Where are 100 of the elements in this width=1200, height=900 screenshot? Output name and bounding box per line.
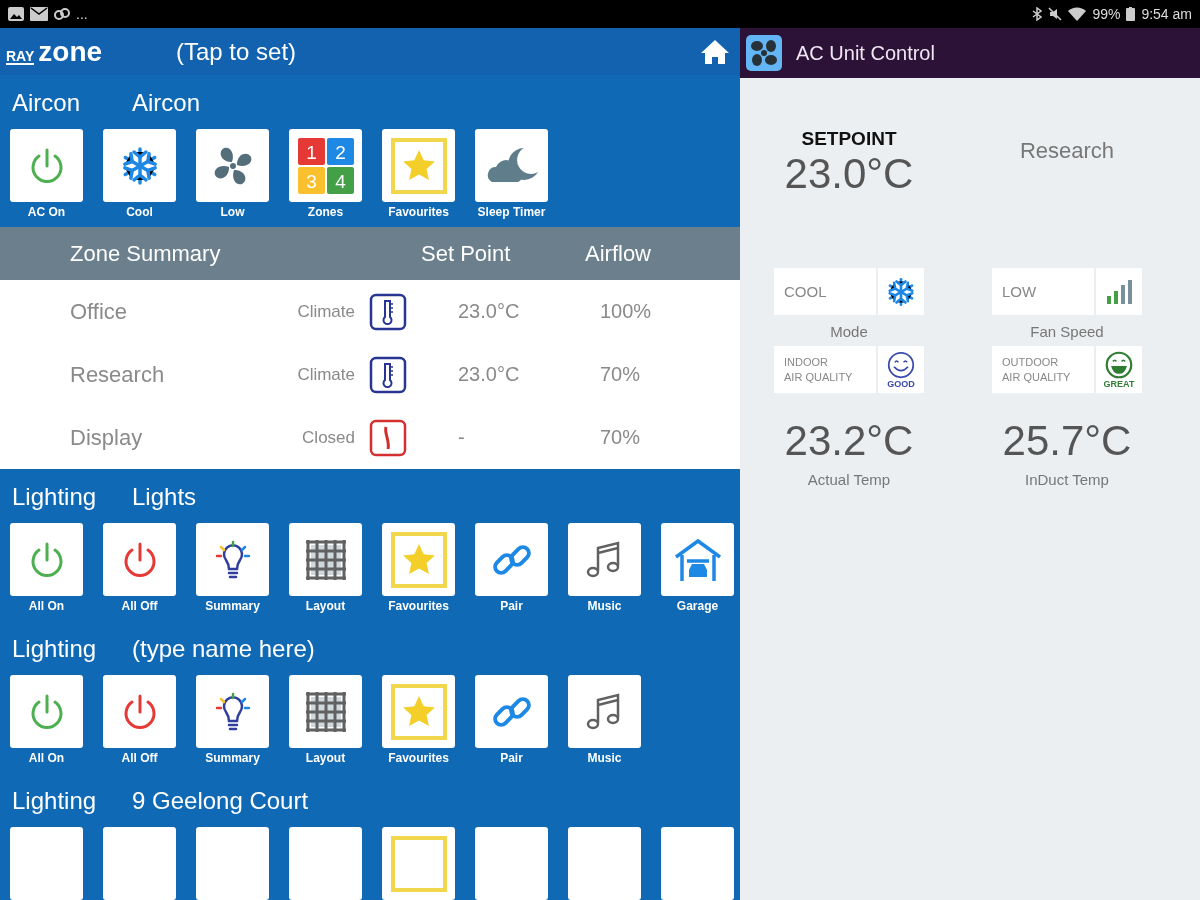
garage-icon (672, 536, 723, 583)
tile-button[interactable] (382, 523, 455, 596)
tile-button[interactable] (289, 675, 362, 748)
column-header: Set Point (421, 240, 512, 267)
tile-button[interactable] (382, 827, 455, 900)
tile-label: Music (587, 751, 622, 765)
quality-label: GOOD (887, 378, 915, 389)
battery-icon (1126, 7, 1136, 21)
tile-button[interactable] (10, 523, 83, 596)
tile-button[interactable] (661, 827, 734, 900)
zone-airflow: 70% (599, 363, 642, 386)
setpoint-label: SETPOINT (801, 128, 897, 150)
tile-button[interactable]: 1 2 3 4 (289, 129, 362, 202)
tile-label: Pair (500, 751, 523, 765)
thermometer-icon (368, 292, 407, 331)
tile-button[interactable] (196, 675, 269, 748)
card-text: INDOOR AIR QUALITY (774, 346, 876, 393)
card-text: OUTDOOR AIR QUALITY (992, 346, 1094, 393)
snowflake-icon (886, 276, 916, 307)
app-title: AC Unit Control (796, 41, 935, 65)
card-text: COOL (774, 268, 876, 315)
tile-button[interactable] (475, 675, 548, 748)
tile-button[interactable] (661, 523, 734, 596)
tile-button[interactable] (475, 129, 548, 202)
tile-button[interactable] (382, 675, 455, 748)
tile-label: Garage (676, 599, 719, 613)
section-title: Lighting (11, 483, 98, 511)
tile-button[interactable] (568, 675, 641, 748)
tile-button[interactable] (475, 523, 548, 596)
tile-button[interactable] (103, 129, 176, 202)
tile-button[interactable] (568, 827, 641, 900)
section-title: Aircon (11, 89, 82, 117)
chain-link-icon (54, 7, 70, 21)
wifi-icon (1068, 7, 1087, 21)
section-name[interactable]: (type name here) (132, 635, 315, 663)
more-notifications: ... (76, 6, 88, 22)
zone-set-point: 23.0°C (457, 363, 521, 386)
tile-button[interactable] (10, 675, 83, 748)
tile-label: Music (587, 599, 622, 613)
tile-button[interactable] (196, 523, 269, 596)
signal-bars-icon (1105, 277, 1133, 306)
tile-button[interactable] (382, 129, 455, 202)
temperature-label: Actual Temp (807, 471, 891, 488)
battery-percent: 99% (1092, 6, 1121, 22)
zone-row[interactable]: Research Climate 23.0°C 70% (0, 343, 740, 406)
tile-label: AC On (27, 205, 66, 219)
section-name[interactable]: Lights (132, 483, 197, 511)
tile-button[interactable] (568, 523, 641, 596)
tile-button[interactable] (196, 129, 269, 202)
tile-label: Zones (307, 205, 344, 219)
tile-label: Favourites (388, 751, 449, 765)
tile-label: Summary (205, 751, 260, 765)
tap-to-set-hint[interactable]: (Tap to set) (176, 37, 700, 66)
damper-icon (368, 418, 407, 457)
logo-wordmark: zone (38, 38, 103, 65)
smiley-icon (887, 350, 915, 379)
clock: 9:54 am (1141, 6, 1192, 22)
tile-button[interactable] (103, 675, 176, 748)
temperature-label: InDuct Temp (1025, 471, 1109, 488)
tile-button[interactable] (289, 827, 362, 900)
bluetooth-icon (1032, 7, 1043, 21)
zone-set-point: - (457, 426, 466, 449)
zone-mode: Climate (296, 364, 355, 385)
card-caption: Mode (830, 323, 868, 340)
zone-row[interactable]: Office Climate 23.0°C 100% (0, 280, 740, 343)
tile-button[interactable] (103, 523, 176, 596)
tile-label: Cool (126, 205, 153, 219)
tile-label: Sleep Timer (477, 205, 546, 219)
tile-button[interactable] (103, 827, 176, 900)
zone-name: Research (70, 361, 166, 388)
zone-name: Research (1019, 138, 1115, 164)
tile-label: Favourites (388, 205, 449, 219)
tile-label: Summary (205, 599, 260, 613)
zone-set-point: 23.0°C (457, 300, 521, 323)
logo-prefix: RAY (6, 48, 35, 65)
column-header: Airflow (585, 240, 652, 267)
zone-airflow: 70% (599, 426, 642, 449)
grinning-face-icon (1105, 350, 1133, 379)
column-header: Zone Summary (70, 240, 222, 267)
zone-row[interactable]: Display Closed - 70% (0, 406, 740, 469)
zone-name: Office (70, 298, 129, 325)
mail-icon (30, 7, 48, 21)
tile-button[interactable] (10, 827, 83, 900)
zone-airflow: 100% (599, 300, 653, 323)
tile-button[interactable] (475, 827, 548, 900)
tile-button[interactable] (196, 827, 269, 900)
tile-label: Layout (305, 751, 346, 765)
tile-button[interactable] (289, 523, 362, 596)
quality-label: GREAT (1103, 378, 1135, 389)
home-icon[interactable] (700, 38, 730, 65)
section-name[interactable]: Aircon (132, 89, 201, 117)
zone-name: Display (70, 424, 144, 451)
temperature-value: 23.2°C (784, 417, 914, 465)
setpoint-value: 23.0°C (784, 150, 914, 198)
section-name[interactable]: 9 Geelong Court (132, 787, 309, 815)
card-caption: Fan Speed (1030, 323, 1104, 340)
tile-label: All On (28, 599, 65, 613)
tile-label: Favourites (388, 599, 449, 613)
tile-label: Pair (500, 599, 523, 613)
tile-button[interactable] (10, 129, 83, 202)
